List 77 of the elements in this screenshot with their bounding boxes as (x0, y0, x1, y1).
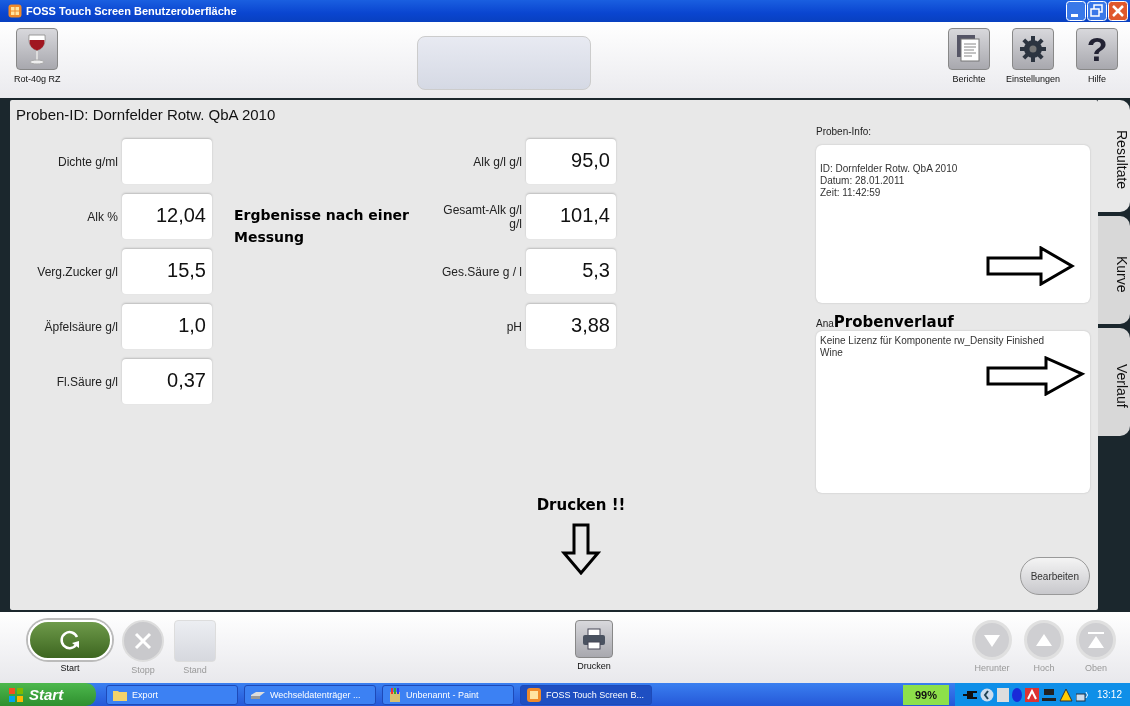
profile-label: Rot-40g RZ (14, 74, 61, 84)
clock: 13:12 (1096, 689, 1122, 700)
button-label: Hoch (1033, 663, 1055, 673)
help-button[interactable]: ? (1076, 28, 1118, 70)
documents-icon (955, 34, 982, 64)
sample-id: Proben-ID: Dornfelder Rotw. QbA 2010 (16, 106, 277, 123)
taskbar-item[interactable]: Export (106, 684, 238, 705)
button-label: Drucken (577, 661, 611, 671)
taskbar-item[interactable]: Wechseldatenträger ... (244, 684, 376, 705)
info-label: Proben-Info: (816, 126, 873, 137)
field-label: Ges.Säure g / l (440, 264, 522, 279)
warning-icon (1058, 687, 1073, 702)
app-icon (527, 687, 541, 702)
button-label: Oben (1085, 663, 1107, 673)
settings-button[interactable] (1012, 28, 1054, 70)
field-label: Verg.Zucker g/l (36, 264, 118, 279)
value-field: 15,5 (122, 249, 212, 294)
toolbar-label: Hilfe (1088, 74, 1106, 84)
folder-icon (113, 688, 127, 701)
value-field: 1,0 (122, 304, 212, 349)
field-label: pH (505, 319, 522, 334)
expand-icon[interactable] (979, 687, 994, 702)
edit-button[interactable]: Bearbeiten (1019, 557, 1090, 595)
field-label: Gesamt-Alk g/l g/l (442, 202, 522, 231)
value-field: 0,37 (122, 359, 212, 404)
field-label: Alk g/l g/l (472, 154, 522, 169)
print-button[interactable] (575, 620, 613, 658)
toolbar-label: Berichte (952, 74, 986, 84)
info-line: ID: Dornfelder Rotw. QbA 2010 (820, 163, 959, 175)
taskbar-item[interactable]: FOSS Touch Screen B... (520, 684, 652, 705)
maximize-icon[interactable] (1087, 1, 1107, 21)
value-field: 95,0 (526, 139, 616, 184)
refresh-icon (58, 629, 82, 651)
button-label: Start (60, 663, 80, 673)
settings-icon (1019, 35, 1047, 63)
notes-text: Keine Lizenz für Komponente rw_Density Finished Wine (820, 335, 1045, 359)
windows-logo-icon (8, 686, 24, 703)
profile-button[interactable] (16, 28, 59, 70)
help-icon: ? (1086, 32, 1108, 66)
button-label: Herunter (974, 663, 1010, 673)
drive-icon (251, 689, 265, 700)
taskbar-item[interactable]: Unbenannt - Paint (382, 684, 514, 705)
field-label: Fl.Säure g/l (55, 374, 118, 389)
info-line: Datum: 28.01.2011 (820, 175, 906, 187)
toolbar-label: Einstellungen (1005, 74, 1060, 84)
annotation-text: Drucken !! (536, 495, 626, 516)
field-label: Dichte g/ml (56, 154, 118, 169)
printer-icon (582, 627, 606, 651)
annotation-text: Probenverlauf (833, 313, 954, 331)
field-label: Äpfelsäure g/l (43, 319, 118, 334)
close-icon (134, 632, 152, 650)
value-field: 3,88 (526, 304, 616, 349)
app-icon (8, 4, 22, 18)
minimize-icon[interactable] (1066, 1, 1086, 21)
wine-glass-icon (26, 33, 49, 65)
value-field: 5,3 (526, 249, 616, 294)
top-icon (1086, 631, 1106, 649)
button-label: Stand (183, 665, 207, 675)
window-title: FOSS Touch Screen Benutzeroberfläche (26, 5, 237, 17)
network-icon (1041, 687, 1056, 702)
notes-label: Ana (816, 318, 834, 329)
paint-icon (389, 687, 401, 702)
annotation-text: Ergbenisse nach einer Messung (234, 206, 411, 247)
reports-button[interactable] (947, 28, 990, 70)
info-line: Zeit: 11:42:59 (820, 187, 882, 199)
side-tab[interactable]: Verlauf (1098, 328, 1130, 436)
value-field: 12,04 (122, 194, 212, 239)
side-tab[interactable]: Resultate (1098, 100, 1130, 212)
power-plug-icon (962, 688, 977, 701)
battery-level: 99% (902, 684, 949, 705)
start-button[interactable] (28, 620, 112, 660)
down-arrow (561, 523, 601, 576)
side-tab[interactable]: Kurve (1098, 216, 1130, 324)
close-icon[interactable] (1108, 1, 1128, 21)
value-field: 101,4 (526, 194, 616, 239)
field-label: Alk % (86, 209, 118, 224)
button-label: Stopp (131, 665, 155, 675)
